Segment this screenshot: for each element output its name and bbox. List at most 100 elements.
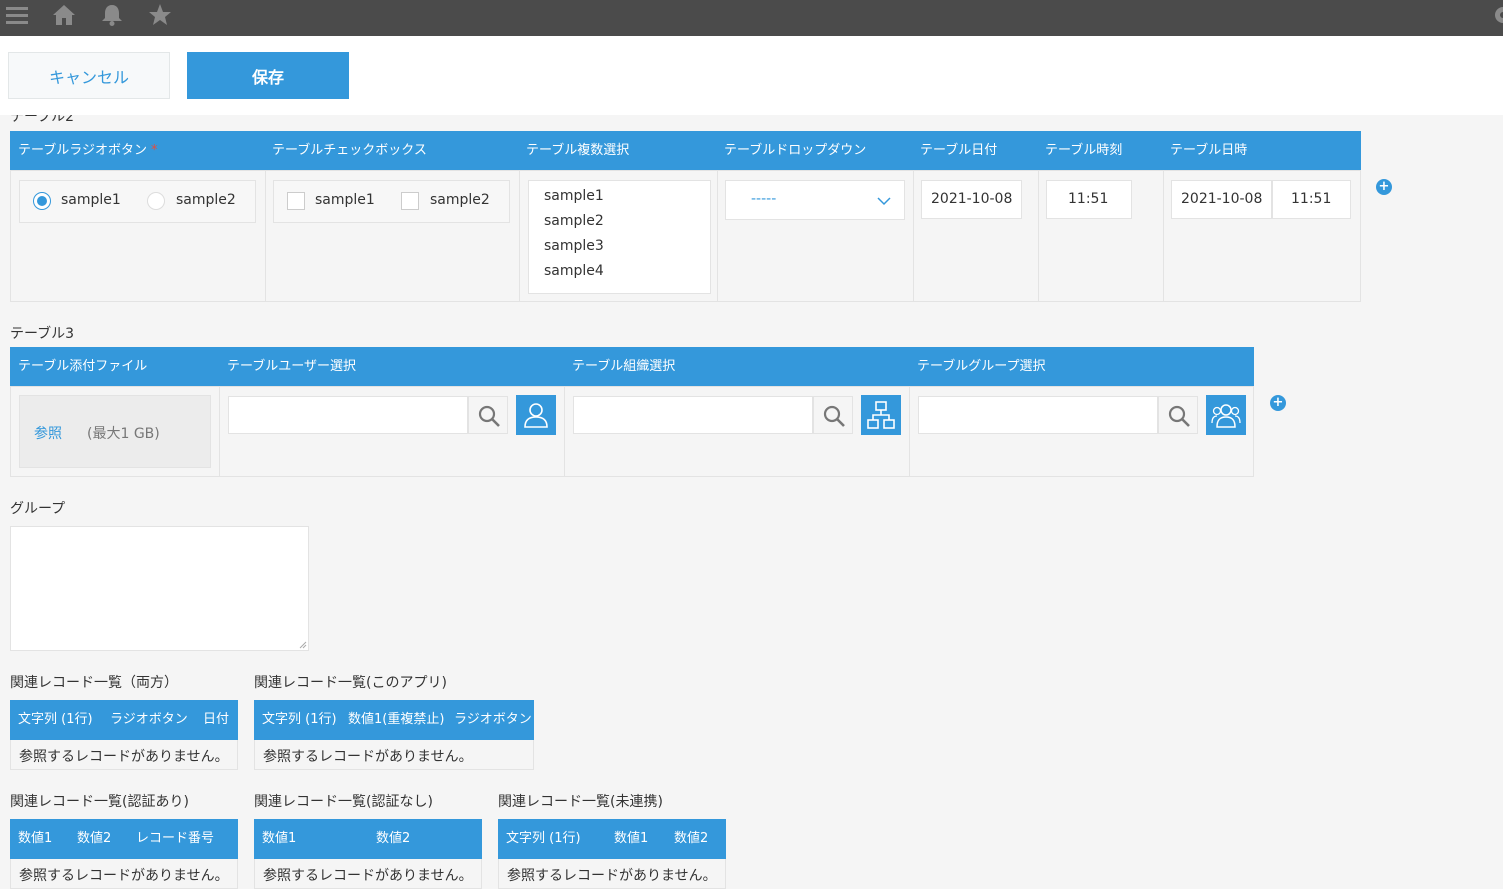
- datetime-time-value: 11:51: [1291, 191, 1332, 207]
- column-header: ラジオボタン: [454, 712, 532, 727]
- column-header: 数値1: [262, 831, 297, 846]
- table3-title: テーブル3: [10, 326, 75, 342]
- column-header-dropdown: テーブルドロップダウン: [724, 143, 867, 158]
- group-icon: [1211, 404, 1241, 428]
- column-header: 文字列 (1行): [18, 712, 93, 727]
- group-search-input[interactable]: [918, 396, 1158, 434]
- search-icon: [823, 405, 845, 427]
- radio-sample1[interactable]: [33, 192, 51, 210]
- menu-icon[interactable]: [4, 2, 30, 28]
- column-header-datetime: テーブル日時: [1170, 143, 1248, 158]
- table3-header: テーブル添付ファイル テーブルユーザー選択 テーブル組織選択 テーブルグループ選…: [10, 347, 1254, 386]
- home-icon[interactable]: [51, 2, 77, 28]
- datetime-date-input[interactable]: 2021-10-08: [1171, 180, 1272, 219]
- column-header: 数値1: [18, 831, 53, 846]
- global-header: [0, 0, 1503, 36]
- organization-search-input[interactable]: [573, 396, 813, 434]
- table3-row: 参照 (最大1 GB): [10, 386, 1254, 477]
- related-list-title: 関連レコード一覧(未連携): [498, 794, 663, 810]
- search-icon: [478, 405, 500, 427]
- checkbox-sample2[interactable]: [401, 192, 419, 210]
- user-picker-button[interactable]: [516, 395, 556, 435]
- checkbox-sample1[interactable]: [287, 192, 305, 210]
- required-mark: *: [150, 143, 158, 158]
- list-item[interactable]: sample1: [544, 188, 604, 204]
- related-list-header: 数値1 数値2 レコード番号: [10, 819, 238, 859]
- browse-link[interactable]: 参照: [34, 423, 62, 443]
- date-value: 2021-10-08: [931, 191, 1013, 207]
- related-list-body: 参照するレコードがありません。: [498, 859, 726, 889]
- group-search-button[interactable]: [1158, 396, 1198, 434]
- add-row-button[interactable]: +: [1376, 179, 1392, 195]
- user-search-input[interactable]: [228, 396, 468, 434]
- dropdown-value: -----: [751, 191, 777, 207]
- dropdown-select[interactable]: -----: [725, 180, 905, 220]
- multiselect-list[interactable]: sample1 sample2 sample3 sample4: [528, 180, 711, 294]
- star-icon[interactable]: [147, 2, 173, 28]
- related-list-header: 文字列 (1行) 数値1 数値2: [498, 819, 726, 859]
- radio-label: sample1: [61, 192, 121, 208]
- list-item[interactable]: sample2: [544, 213, 604, 229]
- date-input[interactable]: 2021-10-08: [921, 180, 1022, 219]
- related-list-title: 関連レコード一覧(認証あり): [10, 794, 189, 810]
- group-label: グループ: [10, 501, 66, 517]
- user-search-button[interactable]: [468, 396, 508, 434]
- gear-icon[interactable]: [1490, 2, 1503, 28]
- column-header: 文字列 (1行): [262, 712, 337, 727]
- bell-icon[interactable]: [99, 2, 125, 28]
- radio-sample2[interactable]: [147, 192, 165, 210]
- column-header-radio: テーブルラジオボタン *: [18, 143, 158, 158]
- column-header: 日付: [203, 712, 230, 727]
- chevron-down-icon: [877, 197, 891, 206]
- list-item[interactable]: sample4: [544, 263, 604, 279]
- related-list-title: 関連レコード一覧(認証なし): [254, 794, 433, 810]
- column-header-group: テーブルグループ選択: [917, 359, 1046, 374]
- empty-message: 参照するレコードがありません。: [263, 749, 473, 765]
- empty-message: 参照するレコードがありません。: [507, 868, 717, 884]
- radio-group: sample1 sample2: [19, 180, 256, 223]
- related-list-body: 参照するレコードがありません。: [10, 740, 238, 770]
- user-icon: [524, 403, 548, 428]
- attachment-area: 参照 (最大1 GB): [19, 395, 211, 468]
- related-list-body: 参照するレコードがありません。: [10, 859, 238, 889]
- related-list-body: 参照するレコードがありません。: [254, 859, 482, 889]
- related-list-header: 文字列 (1行) 数値1(重複禁止) ラジオボタン: [254, 700, 534, 740]
- cancel-button[interactable]: キャンセル: [8, 52, 170, 99]
- save-button[interactable]: 保存: [187, 52, 349, 99]
- empty-message: 参照するレコードがありません。: [263, 868, 473, 884]
- related-list-header: 数値1 数値2: [254, 819, 482, 859]
- action-toolbar: キャンセル 保存: [0, 36, 1503, 115]
- search-icon: [1168, 405, 1190, 427]
- organization-search-button[interactable]: [813, 396, 853, 434]
- column-header-checkbox: テーブルチェックボックス: [272, 143, 427, 158]
- checkbox-label: sample2: [430, 192, 490, 208]
- checkbox-group: sample1 sample2: [273, 180, 510, 223]
- organization-icon: [867, 401, 895, 429]
- column-header-user: テーブルユーザー選択: [227, 359, 356, 374]
- related-list-title: 関連レコード一覧（両方）: [10, 675, 178, 691]
- column-header-date: テーブル日付: [920, 143, 998, 158]
- group-textarea[interactable]: [10, 526, 309, 651]
- column-header: レコード番号: [136, 831, 215, 846]
- column-header-organization: テーブル組織選択: [572, 359, 676, 374]
- list-item[interactable]: sample3: [544, 238, 604, 254]
- radio-label: sample2: [176, 192, 236, 208]
- table2-header: テーブルラジオボタン * テーブルチェックボックス テーブル複数選択 テーブルドロ…: [10, 131, 1361, 170]
- time-input[interactable]: 11:51: [1046, 180, 1132, 219]
- column-header: 数値2: [376, 831, 411, 846]
- table2-row: sample1 sample2 sample1 sample2 sample1 …: [10, 170, 1361, 302]
- organization-picker-button[interactable]: [861, 395, 901, 435]
- group-picker-button[interactable]: [1206, 395, 1246, 435]
- add-row-button[interactable]: +: [1270, 395, 1286, 411]
- column-header-multiselect: テーブル複数選択: [526, 143, 630, 158]
- checkbox-label: sample1: [315, 192, 375, 208]
- related-list-header: 文字列 (1行) ラジオボタン 日付: [10, 700, 238, 740]
- related-list-title: 関連レコード一覧(このアプリ): [254, 675, 447, 691]
- column-header: 数値1: [614, 831, 649, 846]
- datetime-time-input[interactable]: 11:51: [1272, 180, 1351, 219]
- column-header: ラジオボタン: [110, 712, 188, 727]
- column-header: 文字列 (1行): [506, 831, 581, 846]
- column-header-time: テーブル時刻: [1045, 143, 1123, 158]
- column-header: 数値2: [77, 831, 112, 846]
- resize-handle-icon[interactable]: [297, 639, 307, 649]
